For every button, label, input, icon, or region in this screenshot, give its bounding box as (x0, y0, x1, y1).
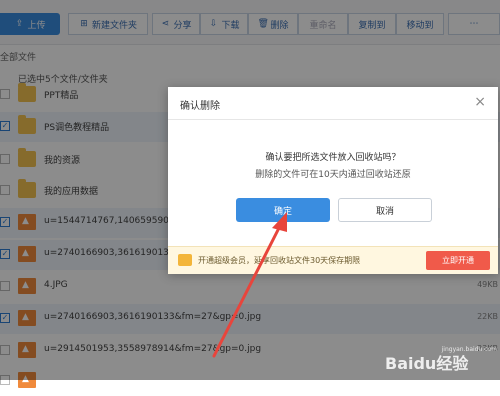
baidu-jingyan-watermark: Baidu经验 jingyan.baidu.com (385, 346, 499, 378)
watermark-logo: Baidu经验 (385, 354, 469, 373)
arrow-shaft (212, 222, 283, 358)
annotation-arrow (212, 212, 287, 358)
watermark-url: jingyan.baidu.com (441, 346, 497, 353)
arrow-head (272, 212, 287, 232)
